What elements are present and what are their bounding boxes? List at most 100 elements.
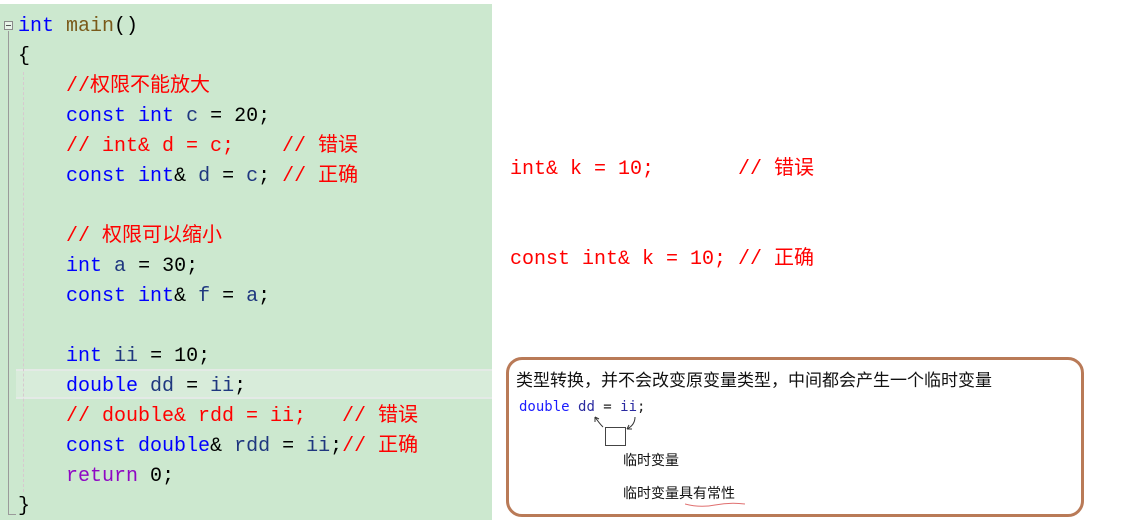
code-token-kw: const: [66, 285, 127, 308]
code-token-id: c: [246, 165, 259, 188]
callout-code-end: ;: [637, 399, 646, 415]
code-token-id: ii: [114, 345, 139, 368]
collapse-icon[interactable]: [4, 21, 13, 30]
code-token-num: 10: [174, 345, 199, 368]
code-token-id: f: [198, 285, 211, 308]
code-token-pl: =: [198, 105, 235, 128]
code-line[interactable]: return 0;: [18, 462, 418, 492]
code-line[interactable]: const int& d = c; // 正确: [18, 162, 418, 192]
code-token-pl: ;: [198, 345, 211, 368]
code-token-kw: int: [18, 15, 55, 38]
code-line[interactable]: // 权限可以缩小: [18, 222, 418, 252]
callout-code-lhs: dd: [578, 399, 595, 415]
code-line[interactable]: {: [18, 42, 418, 72]
code-line[interactable]: // int& d = c; // 错误: [18, 132, 418, 162]
code-token-pl: ;: [186, 255, 199, 278]
code-line[interactable]: [18, 312, 418, 342]
code-token-num: 20: [234, 105, 259, 128]
code-token-pl: ;: [258, 105, 271, 128]
code-line[interactable]: //权限不能放大: [18, 72, 418, 102]
callout-title: 类型转换，并不会改变原变量类型，中间都会产生一个临时变量: [516, 371, 992, 391]
code-token-pl: {: [18, 45, 31, 68]
code-token-kw: const: [66, 165, 127, 188]
callout-code-op: =: [594, 399, 621, 415]
code-line[interactable]: const int& f = a;: [18, 282, 418, 312]
type-conversion-callout: 类型转换，并不会改变原变量类型，中间都会产生一个临时变量 double dd =…: [506, 357, 1084, 517]
code-token-kw: double: [138, 435, 211, 458]
code-token-kw: int: [138, 105, 175, 128]
code-token-kw: const: [66, 435, 127, 458]
code-token-pl: ;: [258, 165, 283, 188]
underline-squiggle: [685, 502, 745, 507]
code-token-num: 30: [162, 255, 187, 278]
code-token-num: 0: [150, 465, 163, 488]
code-line[interactable]: // double& rdd = ii; // 错误: [18, 402, 418, 432]
code-token-id: dd: [150, 375, 175, 398]
code-token-cm: //权限不能放大: [18, 75, 211, 98]
callout-code-keyword: double: [519, 399, 570, 415]
code-token-id: rdd: [234, 435, 271, 458]
code-token-id: d: [198, 165, 211, 188]
code-line[interactable]: int a = 30;: [18, 252, 418, 282]
code-token-id: c: [186, 105, 199, 128]
code-token-cm: // 正确: [282, 165, 359, 188]
code-token-kw: int: [66, 345, 103, 368]
code-token-kw: int: [66, 255, 103, 278]
code-token-cm: // int& d = c; // 错误: [18, 135, 359, 158]
code-token-pl: }: [18, 495, 31, 518]
code-token-pl: =: [270, 435, 307, 458]
code-token-pl: =: [174, 375, 211, 398]
code-token-pl: &: [174, 165, 199, 188]
code-editor[interactable]: int main() { //权限不能放大 const int c = 20; /…: [0, 4, 492, 520]
callout-code-rhs: ii: [620, 399, 638, 415]
code-line[interactable]: int ii = 10;: [18, 342, 418, 372]
note-line-error: int& k = 10; // 错误: [510, 158, 815, 181]
code-token-kw: int: [138, 285, 175, 308]
reference-notes: int& k = 10; // 错误 const int& k = 10; //…: [510, 95, 814, 305]
callout-code: double dd = ii;: [519, 399, 645, 415]
code-line[interactable]: double dd = ii;: [18, 372, 418, 402]
code-token-kw: double: [66, 375, 139, 398]
code-token-kw: int: [138, 165, 175, 188]
code-line[interactable]: }: [18, 492, 418, 522]
code-token-id: a: [114, 255, 127, 278]
code-token-cm: // 权限可以缩小: [18, 225, 223, 248]
code-token-cm: // 正确: [342, 435, 419, 458]
code-token-pl: ;: [258, 285, 271, 308]
code-line[interactable]: const double& rdd = ii;// 正确: [18, 432, 418, 462]
code-token-kw: const: [66, 105, 127, 128]
code-lines[interactable]: int main() { //权限不能放大 const int c = 20; /…: [18, 12, 418, 522]
code-token-pl: ;: [330, 435, 343, 458]
code-token-id: ii: [210, 375, 235, 398]
code-token-id: a: [246, 285, 259, 308]
code-token-pl: &: [210, 435, 235, 458]
code-token-pl: ;: [234, 375, 247, 398]
temp-variable-label: 临时变量: [623, 453, 679, 469]
code-token-pl: =: [210, 165, 247, 188]
code-token-pl: (): [114, 15, 139, 38]
code-line[interactable]: int main(): [18, 12, 418, 42]
code-token-id: ii: [306, 435, 331, 458]
code-token-pl: ;: [162, 465, 175, 488]
code-line[interactable]: [18, 192, 418, 222]
code-token-pl: =: [126, 255, 163, 278]
fold-guide-end: [8, 514, 16, 515]
code-token-pl: =: [210, 285, 247, 308]
code-line[interactable]: const int c = 20;: [18, 102, 418, 132]
code-token-ret: return: [66, 465, 139, 488]
